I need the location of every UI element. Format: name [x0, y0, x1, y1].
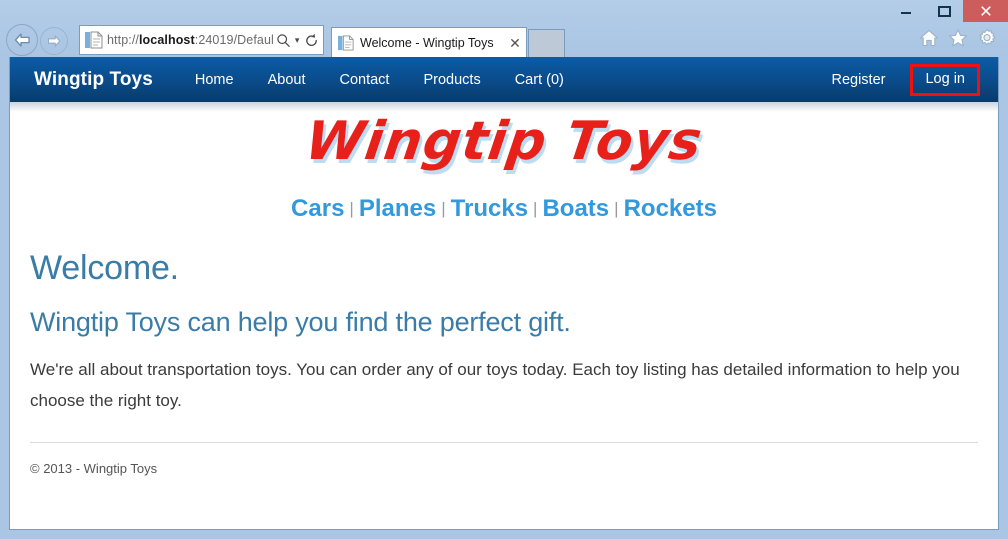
- page-favicon-icon: [85, 31, 103, 49]
- page-subheadline: Wingtip Toys can help you find the perfe…: [30, 307, 571, 338]
- account-nav: Register Log in: [814, 57, 980, 102]
- page-headline: Welcome.: [30, 249, 179, 287]
- brand-link[interactable]: Wingtip Toys: [34, 69, 153, 91]
- home-icon[interactable]: [919, 28, 939, 48]
- footer-divider: [30, 441, 978, 443]
- category-separator: |: [441, 199, 446, 218]
- site-navbar: Wingtip Toys Home About Contact Products…: [10, 57, 998, 112]
- browser-window: http://localhost:24019/Default ▾ Welcome…: [0, 0, 1008, 539]
- category-link-cars[interactable]: Cars: [287, 195, 348, 222]
- url-suffix: :24019/Default: [194, 33, 275, 47]
- search-icon: [276, 33, 290, 47]
- close-window-button[interactable]: [963, 0, 1008, 22]
- tab-welcome-wingtip-toys[interactable]: Welcome - Wingtip Toys ✕: [331, 27, 527, 57]
- minimize-button[interactable]: [887, 0, 925, 22]
- category-separator: |: [614, 199, 619, 218]
- site-logo-row: Wingtip Toys: [30, 102, 978, 187]
- category-link-planes[interactable]: Planes: [355, 195, 440, 222]
- tab-strip: Welcome - Wingtip Toys ✕: [331, 25, 565, 57]
- nav-item-about[interactable]: About: [251, 72, 323, 88]
- main-nav-menu: Home About Contact Products Cart (0): [178, 72, 581, 88]
- site-logo-text: Wingtip Toys: [301, 111, 707, 172]
- refresh-button[interactable]: [302, 29, 320, 51]
- new-tab-button[interactable]: [528, 29, 565, 57]
- footer-copyright: © 2013 - Wingtip Toys: [30, 460, 158, 476]
- forward-button[interactable]: [40, 27, 68, 55]
- search-dropdown-caret-icon[interactable]: ▾: [292, 35, 302, 46]
- category-link-boats[interactable]: Boats: [538, 195, 613, 222]
- refresh-icon: [305, 33, 317, 46]
- tools-gear-icon[interactable]: [977, 28, 997, 48]
- window-controls: [887, 0, 1008, 22]
- register-link[interactable]: Register: [814, 72, 902, 88]
- category-links: Cars | Planes | Trucks | Boats | Rockets: [30, 187, 978, 223]
- category-separator: |: [349, 199, 354, 218]
- address-bar[interactable]: http://localhost:24019/Default ▾: [79, 25, 324, 55]
- login-link[interactable]: Log in: [918, 72, 972, 87]
- favorites-star-icon[interactable]: [948, 28, 968, 48]
- browser-command-bar: [919, 28, 997, 48]
- page-content: Wingtip Toys Cars | Planes | Trucks | Boats | Ro…: [10, 102, 998, 476]
- url-prefix: http://: [107, 33, 139, 47]
- login-highlight-box: Log in: [910, 63, 980, 96]
- navigation-buttons: [6, 24, 68, 56]
- url-host: localhost: [138, 33, 195, 47]
- nav-item-home[interactable]: Home: [178, 72, 251, 88]
- maximize-icon: [938, 6, 951, 17]
- nav-item-products[interactable]: Products: [406, 72, 497, 88]
- category-separator: |: [533, 199, 538, 218]
- tab-favicon-icon: [338, 34, 354, 51]
- forward-arrow-icon: [47, 35, 61, 47]
- maximize-button[interactable]: [925, 0, 963, 22]
- close-icon: [980, 6, 991, 16]
- browser-titlebar: http://localhost:24019/Default ▾ Welcome…: [0, 0, 1008, 57]
- search-button[interactable]: [274, 29, 292, 51]
- url-text: http://localhost:24019/Default: [107, 33, 274, 47]
- tab-title: Welcome - Wingtip Toys: [360, 35, 494, 50]
- nav-item-contact[interactable]: Contact: [322, 72, 406, 88]
- back-button[interactable]: [6, 24, 38, 56]
- page-viewport: Wingtip Toys Home About Contact Products…: [9, 57, 999, 530]
- category-link-trucks[interactable]: Trucks: [447, 195, 532, 222]
- tab-close-icon[interactable]: ✕: [504, 36, 526, 50]
- category-link-rockets[interactable]: Rockets: [620, 195, 721, 222]
- page-body-text: We're all about transportation toys. You…: [30, 360, 960, 410]
- minimize-icon: [901, 12, 911, 14]
- back-arrow-icon: [14, 33, 30, 47]
- nav-item-cart[interactable]: Cart (0): [498, 72, 581, 88]
